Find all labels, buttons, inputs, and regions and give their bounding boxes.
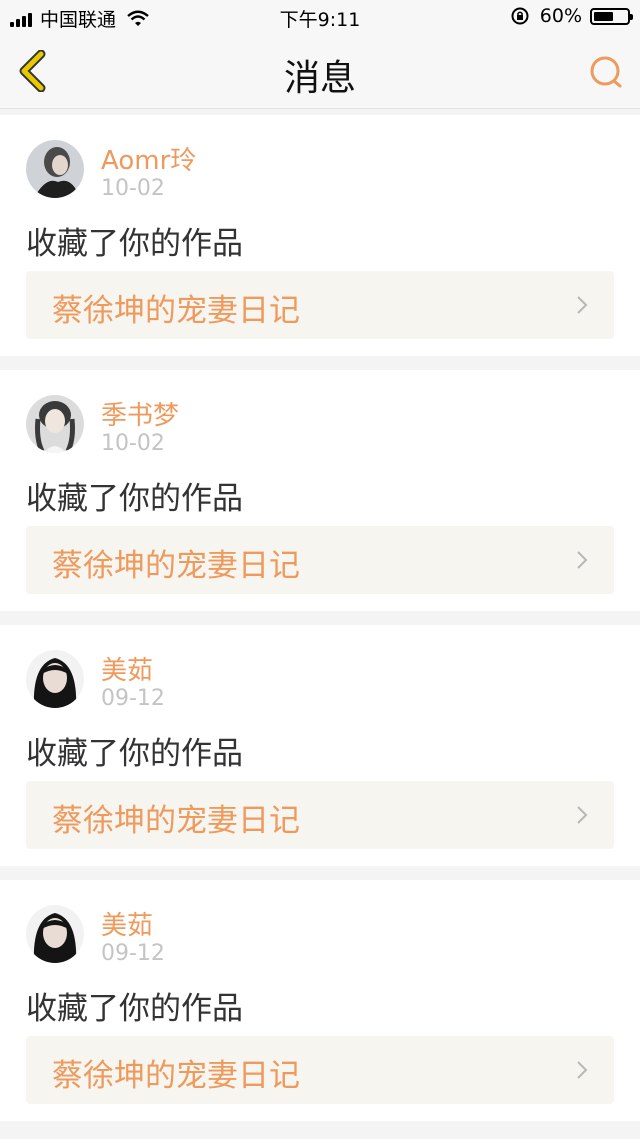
work-link[interactable]: 蔡徐坤的宠妻日记 <box>26 526 614 594</box>
message-date: 09-12 <box>101 941 165 966</box>
avatar[interactable] <box>26 140 84 198</box>
avatar[interactable] <box>26 395 84 453</box>
status-right: 60% <box>510 5 633 27</box>
battery-percent: 60% <box>539 5 582 27</box>
message-list: Aomr玲 10-02 收藏了你的作品 蔡徐坤的宠妻日记 季书梦 10-02 收… <box>0 115 640 1135</box>
work-link[interactable]: 蔡徐坤的宠妻日记 <box>26 781 614 849</box>
username[interactable]: 美茹 <box>101 905 153 942</box>
page-title: 消息 <box>283 58 356 99</box>
message-item: Aomr玲 10-02 收藏了你的作品 蔡徐坤的宠妻日记 <box>0 115 640 356</box>
avatar[interactable] <box>26 905 84 963</box>
message-date: 10-02 <box>101 176 165 201</box>
status-bar: 中国联通 下午9:11 60% <box>0 0 640 34</box>
orientation-lock-icon <box>511 7 529 25</box>
work-link[interactable]: 蔡徐坤的宠妻日记 <box>26 1036 614 1104</box>
avatar[interactable] <box>26 650 84 708</box>
nav-bar: 消息 <box>0 34 640 109</box>
work-link[interactable]: 蔡徐坤的宠妻日记 <box>26 271 614 339</box>
work-title: 蔡徐坤的宠妻日记 <box>52 548 300 584</box>
work-title: 蔡徐坤的宠妻日记 <box>52 293 300 329</box>
message-action: 收藏了你的作品 <box>26 226 243 262</box>
chevron-right-icon <box>577 1061 588 1079</box>
username[interactable]: 季书梦 <box>101 395 179 432</box>
message-action: 收藏了你的作品 <box>26 991 243 1027</box>
search-icon[interactable] <box>586 52 626 92</box>
battery-icon <box>590 7 633 25</box>
username[interactable]: Aomr玲 <box>101 140 196 177</box>
chevron-right-icon <box>577 806 588 824</box>
username[interactable]: 美茹 <box>101 650 153 687</box>
work-title: 蔡徐坤的宠妻日记 <box>52 1058 300 1094</box>
message-date: 10-02 <box>101 431 165 456</box>
work-title: 蔡徐坤的宠妻日记 <box>52 803 300 839</box>
message-item: 美茹 09-12 收藏了你的作品 蔡徐坤的宠妻日记 <box>0 625 640 866</box>
message-action: 收藏了你的作品 <box>26 481 243 517</box>
message-action: 收藏了你的作品 <box>26 736 243 772</box>
chevron-right-icon <box>577 551 588 569</box>
message-date: 09-12 <box>101 686 165 711</box>
message-item: 美茹 09-12 收藏了你的作品 蔡徐坤的宠妻日记 <box>0 880 640 1121</box>
chevron-right-icon <box>577 296 588 314</box>
message-item: 季书梦 10-02 收藏了你的作品 蔡徐坤的宠妻日记 <box>0 370 640 611</box>
